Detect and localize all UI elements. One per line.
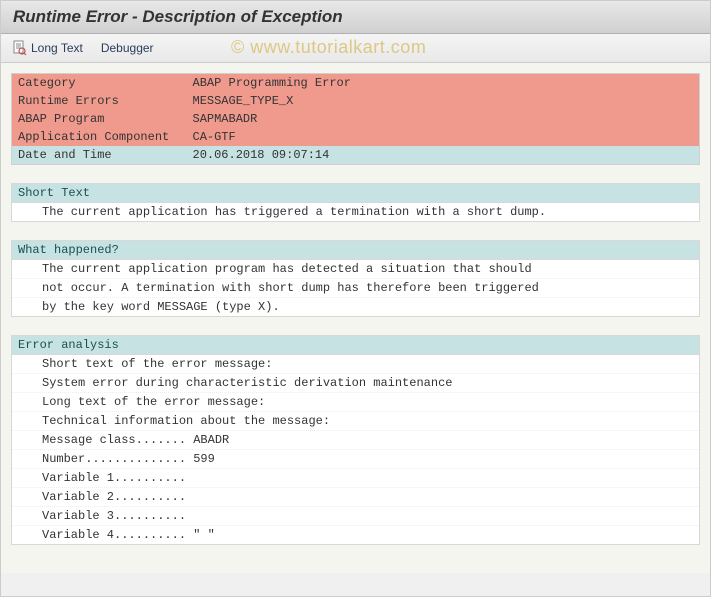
info-label: ABAP Program bbox=[12, 110, 187, 128]
section-error-analysis: Error analysis Short text of the error m… bbox=[11, 335, 700, 545]
info-row: ABAP ProgramSAPMABADR bbox=[12, 110, 700, 128]
watermark-text: © www.tutorialkart.com bbox=[231, 37, 426, 58]
info-label: Date and Time bbox=[12, 146, 187, 165]
info-row: Date and Time20.06.2018 09:07:14 bbox=[12, 146, 700, 165]
section-header-short-text: Short Text bbox=[12, 184, 699, 203]
info-row: Runtime ErrorsMESSAGE_TYPE_X bbox=[12, 92, 700, 110]
section-body: The current application program has dete… bbox=[12, 260, 699, 316]
section-body: Short text of the error message:System e… bbox=[12, 355, 699, 544]
section-line: Variable 2.......... bbox=[12, 488, 699, 507]
section-line: System error during characteristic deriv… bbox=[12, 374, 699, 393]
document-icon bbox=[11, 40, 27, 56]
section-line: The current application has triggered a … bbox=[12, 203, 699, 221]
section-body: The current application has triggered a … bbox=[12, 203, 699, 221]
info-value: SAPMABADR bbox=[187, 110, 700, 128]
section-line: Short text of the error message: bbox=[12, 355, 699, 374]
long-text-label: Long Text bbox=[31, 41, 83, 55]
section-line: not occur. A termination with short dump… bbox=[12, 279, 699, 298]
section-header-error-analysis: Error analysis bbox=[12, 336, 699, 355]
page-title: Runtime Error - Description of Exception bbox=[13, 7, 698, 27]
content-area: CategoryABAP Programming ErrorRuntime Er… bbox=[1, 63, 710, 573]
debugger-label: Debugger bbox=[101, 41, 154, 55]
info-label: Category bbox=[12, 74, 187, 93]
info-value: ABAP Programming Error bbox=[187, 74, 700, 93]
info-value: MESSAGE_TYPE_X bbox=[187, 92, 700, 110]
section-line: by the key word MESSAGE (type X). bbox=[12, 298, 699, 316]
section-line: Message class....... ABADR bbox=[12, 431, 699, 450]
section-line: Technical information about the message: bbox=[12, 412, 699, 431]
info-row: Application ComponentCA-GTF bbox=[12, 128, 700, 146]
info-label: Application Component bbox=[12, 128, 187, 146]
section-line: Long text of the error message: bbox=[12, 393, 699, 412]
section-what-happened: What happened? The current application p… bbox=[11, 240, 700, 317]
info-row: CategoryABAP Programming Error bbox=[12, 74, 700, 93]
section-header-what-happened: What happened? bbox=[12, 241, 699, 260]
section-line: The current application program has dete… bbox=[12, 260, 699, 279]
section-line: Variable 3.......... bbox=[12, 507, 699, 526]
long-text-button[interactable]: Long Text bbox=[11, 40, 83, 56]
section-line: Variable 4.......... " " bbox=[12, 526, 699, 544]
debugger-button[interactable]: Debugger bbox=[101, 41, 154, 55]
section-line: Variable 1.......... bbox=[12, 469, 699, 488]
window-header: Runtime Error - Description of Exception bbox=[1, 1, 710, 34]
info-value: CA-GTF bbox=[187, 128, 700, 146]
toolbar: Long Text Debugger © www.tutorialkart.co… bbox=[1, 34, 710, 63]
info-label: Runtime Errors bbox=[12, 92, 187, 110]
info-value: 20.06.2018 09:07:14 bbox=[187, 146, 700, 165]
info-table: CategoryABAP Programming ErrorRuntime Er… bbox=[11, 73, 700, 165]
section-line: Number.............. 599 bbox=[12, 450, 699, 469]
section-short-text: Short Text The current application has t… bbox=[11, 183, 700, 222]
